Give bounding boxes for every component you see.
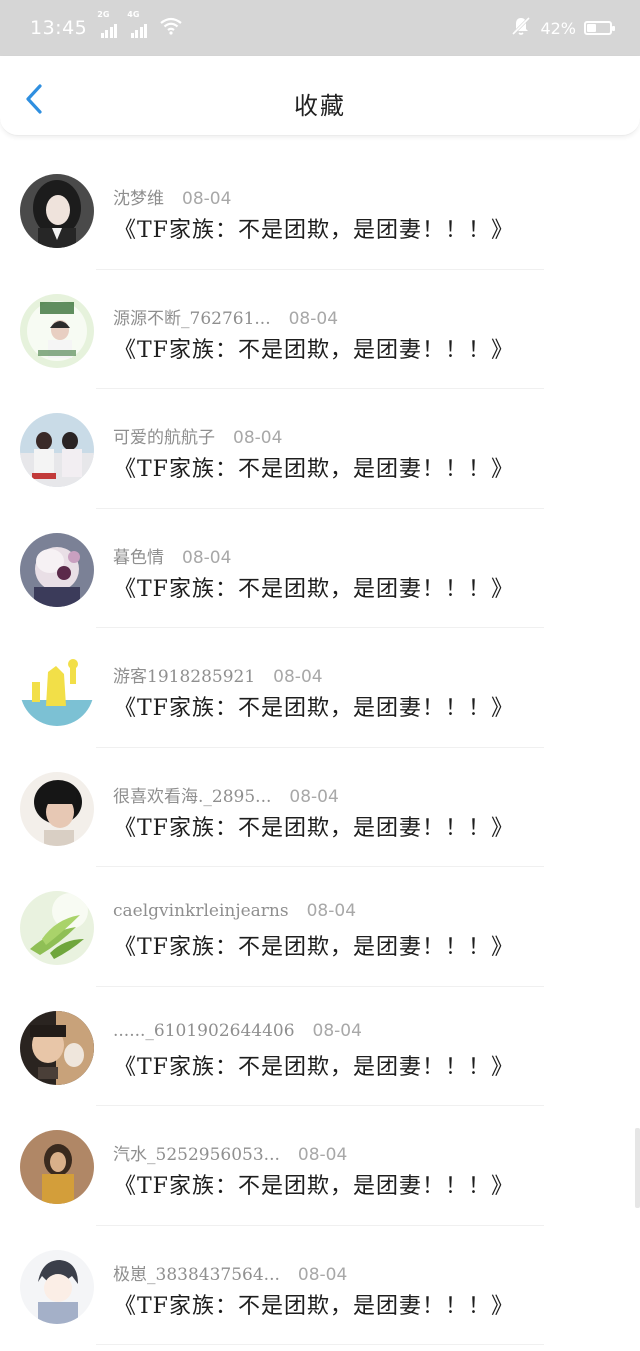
item-meta: ......_6101902644406 08-04 <box>113 1021 362 1041</box>
avatar[interactable] <box>20 652 94 726</box>
signal-icon-4g: 4G <box>127 10 148 38</box>
item-title[interactable]: 《TF家族：不是团欺，是团妻！！！》 <box>114 332 514 364</box>
item-date: 08-04 <box>182 547 232 568</box>
item-username[interactable]: 游客1918285921 <box>113 667 255 687</box>
avatar[interactable] <box>20 532 94 607</box>
item-meta: 汽水_5252956053... 08-04 <box>113 1140 347 1165</box>
item-meta: 极崽_3838437564... 08-04 <box>113 1260 347 1285</box>
list-item[interactable]: 很喜欢看海._2895... 08-04 《TF家族：不是团欺，是团妻！！！》 <box>0 748 640 868</box>
avatar[interactable] <box>20 1010 94 1085</box>
item-username[interactable]: caelgvinkrleinjearns <box>113 901 289 921</box>
item-meta: 游客1918285921 08-04 <box>113 662 323 687</box>
avatar[interactable] <box>20 1249 94 1324</box>
list-item[interactable]: 汽水_5252956053... 08-04 《TF家族：不是团欺，是团妻！！！》 <box>0 1106 640 1226</box>
item-title[interactable]: 《TF家族：不是团欺，是团妻！！！》 <box>114 212 514 244</box>
item-date: 08-04 <box>297 1145 348 1165</box>
avatar[interactable] <box>20 1130 94 1204</box>
wifi-icon <box>159 17 183 39</box>
status-time: 13:45 <box>30 17 88 39</box>
item-username[interactable]: 源源不断_762761... <box>113 309 271 329</box>
item-username[interactable]: 可爱的航航子 <box>113 428 215 448</box>
list-item[interactable]: 暮色情 08-04 《TF家族：不是团欺，是团妻！！！》 <box>0 509 640 629</box>
item-username[interactable]: 汽水_5252956053... <box>113 1145 280 1165</box>
item-username[interactable]: 极崽_3838437564... <box>113 1265 280 1285</box>
scrollbar[interactable] <box>635 1128 640 1208</box>
page-title: 收藏 <box>294 92 346 120</box>
header: 收藏 <box>0 56 640 136</box>
list-item[interactable]: caelgvinkrleinjearns 08-04 《TF家族：不是团欺，是团妻！… <box>0 867 640 987</box>
item-username[interactable]: ......_6101902644406 <box>113 1021 295 1041</box>
item-date: 08-04 <box>182 189 232 209</box>
avatar[interactable] <box>20 174 94 248</box>
item-meta: 暮色情 08-04 <box>113 543 231 568</box>
item-username[interactable]: 暮色情 <box>113 548 164 568</box>
item-title[interactable]: 《TF家族：不是团欺，是团妻！！！》 <box>114 1288 514 1320</box>
item-meta: caelgvinkrleinjearns 08-04 <box>113 901 356 921</box>
list-item[interactable]: 源源不断_762761... 08-04 《TF家族：不是团欺，是团妻！！！》 <box>0 270 640 390</box>
item-username[interactable]: 很喜欢看海._2895... <box>113 787 271 807</box>
list-item[interactable]: 游客1918285921 08-04 《TF家族：不是团欺，是团妻！！！》 <box>0 628 640 748</box>
item-meta: 源源不断_762761... 08-04 <box>113 304 338 329</box>
favorites-list: 沈梦维 08-04 《TF家族：不是团欺，是团妻！！！》 源源不断_762761...… <box>0 150 640 1345</box>
item-title[interactable]: 《TF家族：不是团欺，是团妻！！！》 <box>114 690 514 722</box>
list-item[interactable]: 沈梦维 08-04 《TF家族：不是团欺，是团妻！！！》 <box>0 150 640 270</box>
item-title[interactable]: 《TF家族：不是团欺，是团妻！！！》 <box>114 810 514 842</box>
battery-percent: 42% <box>540 18 576 38</box>
list-item[interactable]: 可爱的航航子 08-04 《TF家族：不是团欺，是团妻！！！》 <box>0 389 640 509</box>
item-title[interactable]: 《TF家族：不是团欺，是团妻！！！》 <box>114 929 514 961</box>
list-item[interactable]: ......_6101902644406 08-04 《TF家族：不是团欺，是团妻！… <box>0 987 640 1107</box>
item-title[interactable]: 《TF家族：不是团欺，是团妻！！！》 <box>114 571 514 603</box>
item-title[interactable]: 《TF家族：不是团欺，是团妻！！！》 <box>114 1168 514 1200</box>
item-meta: 沈梦维 08-04 <box>113 184 231 209</box>
signal-4g-label: 4G <box>127 10 140 19</box>
item-title[interactable]: 《TF家族：不是团欺，是团妻！！！》 <box>114 1049 514 1081</box>
item-date: 08-04 <box>288 308 339 329</box>
item-date: 08-04 <box>306 901 357 921</box>
item-date: 08-04 <box>289 786 339 807</box>
item-meta: 可爱的航航子 08-04 <box>113 423 282 448</box>
status-right: 42% <box>510 15 615 41</box>
status-bar: 13:45 2G 4G 42% <box>0 0 640 56</box>
item-date: 08-04 <box>233 428 283 448</box>
item-meta: 很喜欢看海._2895... 08-04 <box>113 782 339 807</box>
avatar[interactable] <box>20 771 94 846</box>
item-username[interactable]: 沈梦维 <box>113 189 164 209</box>
list-item[interactable]: 极崽_3838437564... 08-04 《TF家族：不是团欺，是团妻！！！》 <box>0 1226 640 1346</box>
avatar[interactable] <box>20 891 94 965</box>
item-date: 08-04 <box>273 667 323 687</box>
item-date: 08-04 <box>297 1264 348 1285</box>
signal-2g-label: 2G <box>97 10 110 19</box>
battery-icon <box>584 21 615 35</box>
item-title[interactable]: 《TF家族：不是团欺，是团妻！！！》 <box>114 451 514 483</box>
avatar[interactable] <box>20 293 94 368</box>
mute-bell-icon <box>510 15 532 41</box>
avatar[interactable] <box>20 413 94 487</box>
item-date: 08-04 <box>312 1020 362 1041</box>
signal-icon-2g: 2G <box>97 10 118 38</box>
battery-fill <box>587 24 596 32</box>
